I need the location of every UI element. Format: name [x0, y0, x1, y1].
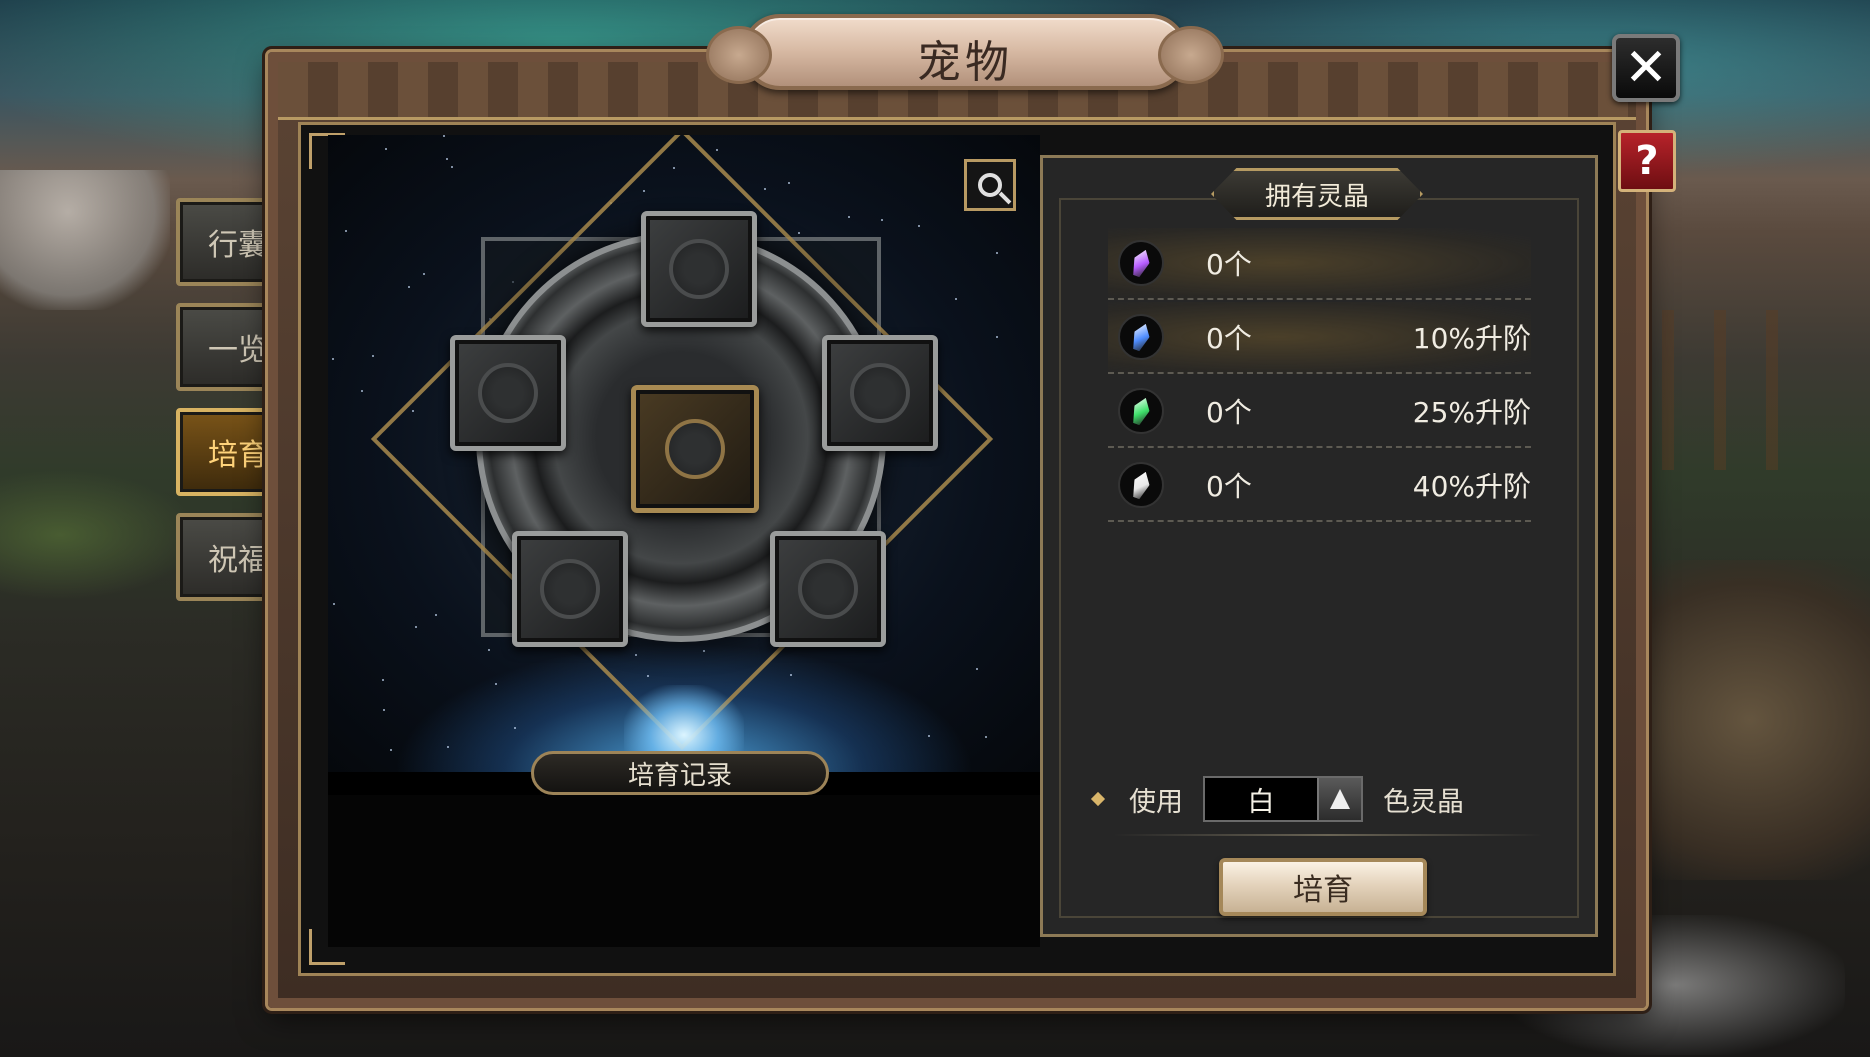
- star: [361, 390, 363, 392]
- pet-slot-left[interactable]: [450, 335, 566, 451]
- white-crystal-icon: [1118, 462, 1164, 508]
- star: [928, 735, 930, 737]
- star: [996, 252, 998, 254]
- crystal-bonus: 10%升阶: [1412, 322, 1531, 355]
- crystal-use-selector: 使用 白 色灵晶: [1090, 776, 1464, 822]
- owned-crystals-header: 拥有灵晶: [1211, 168, 1423, 220]
- crystal-row-white[interactable]: 0个 40%升阶: [1108, 450, 1531, 522]
- close-button[interactable]: ✕: [1612, 34, 1680, 102]
- crystal-row-blue[interactable]: 0个 10%升阶: [1108, 302, 1531, 374]
- star: [996, 336, 998, 338]
- star: [918, 225, 920, 227]
- window-title-plate: 宠物: [706, 14, 1224, 90]
- pet-slot-top[interactable]: [641, 211, 757, 327]
- star: [955, 298, 957, 300]
- star: [415, 626, 417, 628]
- background-grass: [0, 470, 200, 600]
- crystal-shape: [1129, 247, 1154, 279]
- crystal-row-purple[interactable]: 0个: [1108, 228, 1531, 300]
- blue-crystal-icon: [1118, 314, 1164, 360]
- close-icon: ✕: [1624, 38, 1668, 98]
- star: [764, 188, 766, 190]
- pet-slot-bottom-left[interactable]: [512, 531, 628, 647]
- nurture-record-log: [328, 795, 1040, 947]
- slot-rune-icon: [798, 559, 858, 619]
- pet-slot-bottom-right[interactable]: [770, 531, 886, 647]
- crystal-color-dropdown[interactable]: 白: [1203, 776, 1363, 822]
- nurture-button-label: 培育: [1293, 873, 1353, 908]
- star: [716, 149, 718, 151]
- star: [985, 736, 987, 738]
- crystal-row-green[interactable]: 0个 25%升阶: [1108, 376, 1531, 448]
- star: [788, 182, 790, 184]
- divider: [1113, 834, 1543, 836]
- star: [976, 668, 978, 670]
- purple-crystal-icon: [1118, 240, 1164, 286]
- use-prefix-label: 使用: [1129, 786, 1183, 818]
- crystal-count: 0个: [1206, 322, 1252, 355]
- pet-slot-center[interactable]: [631, 385, 759, 513]
- crystal-shape: [1129, 469, 1154, 501]
- star: [447, 746, 449, 748]
- pet-slot-right[interactable]: [822, 335, 938, 451]
- star: [332, 358, 334, 360]
- bullet-diamond-icon: [1090, 791, 1106, 807]
- zoom-button[interactable]: [964, 159, 1016, 211]
- green-crystal-icon: [1118, 388, 1164, 434]
- page-title: 宠物: [917, 37, 1013, 88]
- crystal-shape: [1129, 395, 1154, 427]
- crystal-count: 0个: [1206, 396, 1252, 429]
- tab-nurture-label: 培育: [208, 438, 268, 473]
- star: [345, 230, 347, 232]
- star: [383, 709, 385, 711]
- star: [798, 232, 800, 234]
- crystal-bonus: 40%升阶: [1412, 470, 1531, 503]
- crystal-count: 0个: [1206, 470, 1252, 503]
- star: [372, 355, 374, 357]
- crystal-count: 0个: [1206, 248, 1252, 281]
- tab-overview-label: 一览: [208, 333, 268, 368]
- owned-crystals-title: 拥有灵晶: [1264, 181, 1369, 212]
- nurture-altar-panel: 培育记录: [328, 135, 1040, 947]
- slot-rune-icon: [478, 363, 538, 423]
- star: [488, 649, 490, 651]
- nurture-button[interactable]: 培育: [1219, 858, 1427, 916]
- owned-crystals-panel: 拥有灵晶 0个 0个 10%升阶 0个 25%升阶 0个 40%升阶 使用 白 …: [1040, 155, 1598, 937]
- star: [848, 216, 850, 218]
- star: [514, 727, 516, 729]
- slot-rune-icon: [850, 363, 910, 423]
- use-suffix-label: 色灵晶: [1383, 786, 1464, 818]
- star: [423, 273, 425, 275]
- help-button[interactable]: ?: [1618, 130, 1676, 192]
- starfield-backdrop: [328, 135, 1040, 772]
- crystal-shape: [1129, 321, 1154, 353]
- slot-rune-icon: [665, 419, 725, 479]
- nurture-record-label: 培育记录: [627, 760, 732, 791]
- star: [443, 135, 445, 137]
- background-tent: [0, 170, 170, 310]
- tab-bag-label: 行囊: [208, 228, 268, 263]
- star: [408, 286, 410, 288]
- crystal-bonus: 25%升阶: [1412, 396, 1531, 429]
- tab-blessing-label: 祝福: [208, 543, 268, 578]
- slot-rune-icon: [540, 559, 600, 619]
- star: [495, 683, 497, 685]
- star: [451, 166, 453, 168]
- help-icon: ?: [1635, 138, 1659, 184]
- star: [385, 148, 387, 150]
- star: [435, 614, 437, 616]
- selected-crystal-color: 白: [1247, 786, 1275, 818]
- star: [333, 603, 335, 605]
- dropdown-arrow-icon[interactable]: [1317, 778, 1361, 820]
- star: [382, 679, 384, 681]
- star: [446, 158, 448, 160]
- nurture-record-tab[interactable]: 培育记录: [531, 751, 829, 795]
- star: [390, 749, 392, 751]
- slot-rune-icon: [669, 239, 729, 299]
- star: [790, 674, 792, 676]
- magnifier-icon: [978, 173, 1002, 197]
- star: [881, 219, 883, 221]
